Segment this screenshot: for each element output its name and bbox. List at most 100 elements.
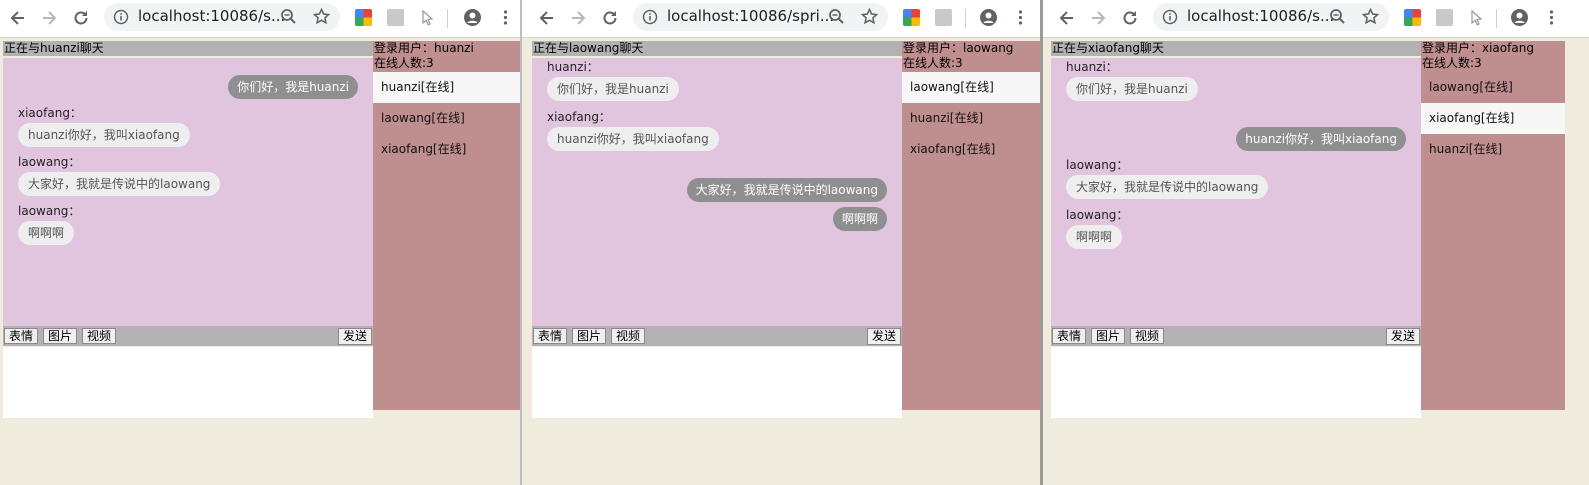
message-sender: xiaofang： bbox=[18, 106, 82, 120]
video-button[interactable]: 视频 bbox=[611, 328, 646, 344]
chat-area: 正在与xiaofang聊天 huanzi： 你们好，我是huanzi huanz… bbox=[1051, 41, 1422, 418]
input-toolbar: 表情 图片 视频 发送 bbox=[3, 326, 373, 346]
browser-toolbar: localhost:10086/s... bbox=[1043, 0, 1589, 38]
user-item-laowang[interactable]: laowang[在线] bbox=[902, 72, 1040, 103]
menu-dots-icon[interactable] bbox=[1543, 9, 1560, 26]
user-item-xiaofang[interactable]: xiaofang[在线] bbox=[373, 134, 520, 165]
message-input[interactable] bbox=[532, 347, 902, 418]
message-item: xiaofang： huanzi你好，我叫xiaofang bbox=[547, 110, 719, 151]
back-arrow-icon bbox=[10, 11, 24, 25]
forward-arrow-icon bbox=[1092, 11, 1106, 25]
profile-avatar-icon[interactable] bbox=[980, 9, 997, 26]
user-item-huanzi[interactable]: huanzi[在线] bbox=[1421, 134, 1565, 165]
google-photos-extension-icon[interactable] bbox=[903, 9, 920, 26]
online-count-label: 在线人数:3 bbox=[1422, 56, 1482, 70]
message-list: huanzi： 你们好，我是huanzi xiaofang： huanzi你好，… bbox=[532, 58, 902, 326]
user-list: laowang[在线] huanzi[在线] xiaofang[在线] bbox=[902, 72, 1040, 165]
message-item: 大家好，我就是传说中的laowang bbox=[686, 178, 887, 202]
user-panel: 登录用户：laowang 在线人数:3 laowang[在线] huanzi[在… bbox=[902, 41, 1040, 410]
bookmark-star-icon[interactable] bbox=[312, 7, 331, 29]
message-item: laowang： 大家好，我就是传说中的laowang bbox=[1066, 158, 1269, 199]
message-sender: laowang： bbox=[18, 204, 81, 218]
google-photos-extension-icon[interactable] bbox=[355, 9, 372, 26]
reload-button[interactable] bbox=[1118, 6, 1142, 30]
message-item: laowang： 啊啊啊 bbox=[18, 204, 80, 245]
address-bar[interactable]: localhost:10086/s... bbox=[104, 3, 340, 31]
url-text: localhost:10086/s... bbox=[1187, 7, 1335, 25]
zoom-icon[interactable] bbox=[1329, 8, 1346, 29]
message-bubble: 啊啊啊 bbox=[1066, 225, 1123, 249]
info-icon[interactable] bbox=[642, 9, 658, 29]
emoji-button[interactable]: 表情 bbox=[1052, 328, 1087, 344]
zoom-icon[interactable] bbox=[280, 8, 297, 29]
user-list: huanzi[在线] laowang[在线] xiaofang[在线] bbox=[373, 72, 520, 165]
emoji-button[interactable]: 表情 bbox=[4, 328, 39, 344]
online-count-label: 在线人数:3 bbox=[903, 56, 963, 70]
login-user-label: 登录用户：huanzi bbox=[374, 41, 474, 55]
user-item-xiaofang[interactable]: xiaofang[在线] bbox=[1421, 103, 1565, 134]
message-bubble: huanzi你好，我叫xiaofang bbox=[547, 127, 719, 151]
toolbar-separator bbox=[1496, 9, 1497, 28]
own-message-bubble: 大家好，我就是传说中的laowang bbox=[686, 178, 887, 202]
bookmark-star-icon[interactable] bbox=[1361, 7, 1380, 29]
profile-avatar-icon[interactable] bbox=[464, 9, 481, 26]
message-item: 啊啊啊 bbox=[832, 207, 887, 231]
rp-extension-icon[interactable] bbox=[935, 9, 952, 26]
address-bar[interactable]: localhost:10086/spri... bbox=[633, 3, 888, 31]
message-bubble: 你们好，我是huanzi bbox=[1066, 77, 1198, 101]
user-item-huanzi[interactable]: huanzi[在线] bbox=[373, 72, 520, 103]
message-sender: laowang： bbox=[1066, 208, 1129, 222]
image-button[interactable]: 图片 bbox=[1091, 328, 1126, 344]
reload-button[interactable] bbox=[69, 6, 93, 30]
emoji-button[interactable]: 表情 bbox=[533, 328, 568, 344]
url-text: localhost:10086/s... bbox=[138, 7, 286, 25]
cursor-extension-icon[interactable] bbox=[1468, 9, 1485, 26]
video-button[interactable]: 视频 bbox=[82, 328, 117, 344]
profile-avatar-icon[interactable] bbox=[1511, 9, 1528, 26]
video-button[interactable]: 视频 bbox=[1130, 328, 1165, 344]
user-item-huanzi[interactable]: huanzi[在线] bbox=[902, 103, 1040, 134]
forward-button[interactable] bbox=[566, 6, 590, 30]
info-icon[interactable] bbox=[1162, 9, 1178, 29]
page-content: 正在与huanzi聊天 你们好，我是huanzi xiaofang： huanz… bbox=[0, 38, 520, 485]
zoom-icon[interactable] bbox=[828, 8, 845, 29]
send-button[interactable]: 发送 bbox=[1385, 328, 1420, 345]
send-button[interactable]: 发送 bbox=[866, 328, 901, 345]
cursor-extension-icon[interactable] bbox=[419, 9, 436, 26]
rp-extension-icon[interactable] bbox=[1436, 9, 1453, 26]
forward-button[interactable] bbox=[37, 6, 61, 30]
bookmark-star-icon[interactable] bbox=[860, 7, 879, 29]
browser-toolbar: localhost:10086/spri... bbox=[522, 0, 1040, 38]
back-button[interactable] bbox=[535, 6, 559, 30]
message-input[interactable] bbox=[1051, 347, 1421, 418]
own-message-bubble: huanzi你好，我叫xiaofang bbox=[1236, 127, 1406, 151]
rp-extension-icon[interactable] bbox=[387, 9, 404, 26]
menu-dots-icon[interactable] bbox=[1012, 9, 1029, 26]
forward-button[interactable] bbox=[1086, 6, 1110, 30]
toolbar-separator bbox=[965, 9, 966, 28]
user-item-xiaofang[interactable]: xiaofang[在线] bbox=[902, 134, 1040, 165]
menu-dots-icon[interactable] bbox=[497, 9, 514, 26]
user-item-laowang[interactable]: laowang[在线] bbox=[1421, 72, 1565, 103]
back-arrow-icon bbox=[539, 11, 553, 25]
info-icon[interactable] bbox=[113, 9, 129, 29]
message-item: 你们好，我是huanzi bbox=[228, 75, 358, 99]
image-button[interactable]: 图片 bbox=[572, 328, 607, 344]
browser-window-3: localhost:10086/s... 正在与xiaofang聊天 huanz… bbox=[1043, 0, 1589, 485]
image-button[interactable]: 图片 bbox=[43, 328, 78, 344]
send-button[interactable]: 发送 bbox=[337, 328, 372, 345]
browser-window-2: localhost:10086/spri... 正在与laowang聊天 hua… bbox=[522, 0, 1040, 485]
message-sender: huanzi： bbox=[1066, 60, 1118, 74]
reload-button[interactable] bbox=[598, 6, 622, 30]
address-bar[interactable]: localhost:10086/s... bbox=[1153, 3, 1389, 31]
page-content: 正在与xiaofang聊天 huanzi： 你们好，我是huanzi huanz… bbox=[1043, 38, 1589, 485]
message-input[interactable] bbox=[3, 347, 373, 418]
back-arrow-icon bbox=[1059, 11, 1073, 25]
message-sender: laowang： bbox=[1066, 158, 1129, 172]
back-button[interactable] bbox=[6, 6, 30, 30]
google-photos-extension-icon[interactable] bbox=[1404, 9, 1421, 26]
back-button[interactable] bbox=[1055, 6, 1079, 30]
user-item-laowang[interactable]: laowang[在线] bbox=[373, 103, 520, 134]
chat-title: 正在与huanzi聊天 bbox=[3, 41, 374, 56]
message-item: huanzi你好，我叫xiaofang bbox=[1236, 127, 1406, 151]
